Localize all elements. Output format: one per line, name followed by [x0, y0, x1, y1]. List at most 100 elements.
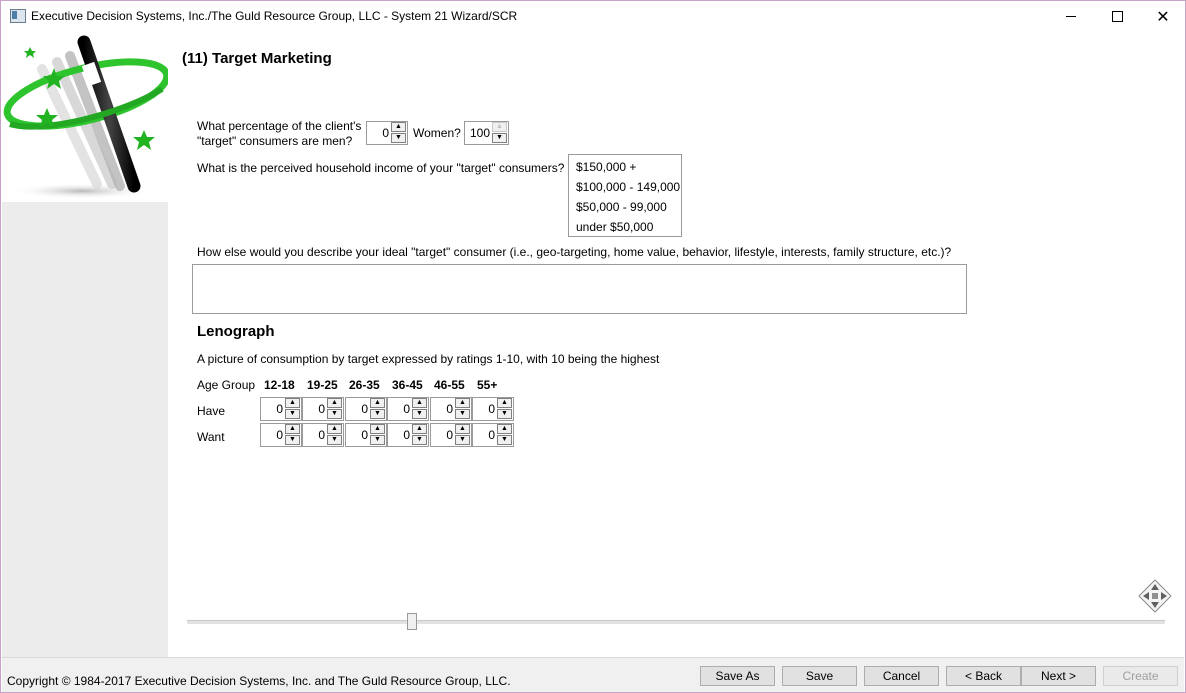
have-row-label: Have — [197, 404, 226, 418]
maximize-button[interactable] — [1094, 1, 1140, 32]
sidebar — [2, 34, 168, 657]
describe-consumer-textarea[interactable] — [192, 264, 967, 314]
have-rating-stepper[interactable]: 0 ▲ ▼ — [472, 397, 514, 421]
income-option[interactable]: under $50,000 — [569, 218, 681, 238]
move-arrows-icon[interactable] — [1138, 579, 1172, 613]
cancel-button[interactable]: Cancel — [864, 666, 939, 686]
save-button[interactable]: Save — [782, 666, 857, 686]
rating-value: 0 — [276, 402, 283, 416]
rating-value: 0 — [361, 428, 368, 442]
income-option[interactable]: $50,000 - 99,000 — [569, 198, 681, 218]
chevron-up-icon[interactable]: ▲ — [412, 424, 427, 434]
minimize-icon — [1066, 16, 1076, 17]
want-rating-stepper[interactable]: 0 ▲ ▼ — [302, 423, 344, 447]
chevron-down-icon[interactable]: ▼ — [391, 133, 406, 143]
have-rating-stepper[interactable]: 0 ▲ ▼ — [302, 397, 344, 421]
men-percentage-stepper[interactable]: 0 ▲ ▼ — [366, 121, 408, 145]
age-group-header: 19-25 — [307, 378, 338, 392]
chevron-up-icon[interactable]: ▲ — [391, 122, 406, 132]
zoom-slider-track[interactable] — [187, 620, 1165, 624]
page-title: (11) Target Marketing — [182, 50, 332, 67]
chevron-up-icon[interactable]: ▲ — [412, 398, 427, 408]
close-button[interactable]: ✕ — [1140, 1, 1185, 32]
chevron-down-icon[interactable]: ▼ — [492, 133, 507, 143]
age-group-header: 46-55 — [434, 378, 465, 392]
chevron-down-icon[interactable]: ▼ — [412, 409, 427, 419]
lenograph-heading: Lenograph — [197, 323, 275, 340]
chevron-up-icon[interactable]: ▲ — [455, 424, 470, 434]
age-group-header: 12-18 — [264, 378, 295, 392]
lenograph-description: A picture of consumption by target expre… — [197, 352, 660, 366]
want-rating-stepper[interactable]: 0 ▲ ▼ — [345, 423, 387, 447]
age-group-label: Age Group — [197, 378, 256, 392]
next-button[interactable]: Next > — [1021, 666, 1096, 686]
chevron-down-icon[interactable]: ▼ — [497, 435, 512, 445]
chevron-up-icon[interactable]: ▲ — [497, 398, 512, 408]
chevron-up-icon[interactable]: ▲ — [370, 398, 385, 408]
footer-bar: Copyright © 1984-2017 Executive Decision… — [2, 657, 1184, 692]
chevron-down-icon[interactable]: ▼ — [455, 435, 470, 445]
rating-value: 0 — [446, 402, 453, 416]
want-rating-stepper[interactable]: 0 ▲ ▼ — [260, 423, 302, 447]
chevron-down-icon[interactable]: ▼ — [285, 435, 300, 445]
chevron-up-icon[interactable]: ▲ — [370, 424, 385, 434]
want-rating-stepper[interactable]: 0 ▲ ▼ — [387, 423, 429, 447]
want-rating-stepper[interactable]: 0 ▲ ▼ — [472, 423, 514, 447]
women-percentage-label: Women? — [413, 126, 461, 140]
income-option[interactable]: $100,000 - 149,000 — [569, 178, 681, 198]
men-percentage-value: 0 — [382, 126, 389, 140]
want-row-label: Want — [197, 430, 225, 444]
title-bar: Executive Decision Systems, Inc./The Gul… — [1, 1, 1185, 32]
have-rating-stepper[interactable]: 0 ▲ ▼ — [260, 397, 302, 421]
app-window: Executive Decision Systems, Inc./The Gul… — [0, 0, 1186, 693]
income-option[interactable]: $150,000 + — [569, 158, 681, 178]
have-rating-stepper[interactable]: 0 ▲ ▼ — [345, 397, 387, 421]
app-window-icon — [10, 9, 26, 23]
rating-value: 0 — [446, 428, 453, 442]
chevron-down-icon[interactable]: ▼ — [455, 409, 470, 419]
rating-value: 0 — [488, 428, 495, 442]
minimize-button[interactable] — [1048, 1, 1094, 32]
rating-value: 0 — [318, 402, 325, 416]
men-percentage-label: What percentage of the client's "target"… — [197, 119, 362, 148]
chevron-up-icon[interactable]: ▲ — [285, 424, 300, 434]
chevron-down-icon[interactable]: ▼ — [370, 409, 385, 419]
describe-consumer-label: How else would you describe your ideal "… — [197, 245, 952, 259]
rating-value: 0 — [488, 402, 495, 416]
copyright-text: Copyright © 1984-2017 Executive Decision… — [7, 674, 511, 688]
chevron-down-icon[interactable]: ▼ — [285, 409, 300, 419]
have-rating-stepper[interactable]: 0 ▲ ▼ — [387, 397, 429, 421]
have-rating-stepper[interactable]: 0 ▲ ▼ — [430, 397, 472, 421]
chevron-up-icon[interactable]: ▲ — [327, 424, 342, 434]
chevron-up-icon[interactable]: ▲ — [455, 398, 470, 408]
chevron-down-icon[interactable]: ▼ — [327, 409, 342, 419]
close-icon: ✕ — [1156, 8, 1170, 26]
women-percentage-stepper[interactable]: 100 ▲ ▼ — [464, 121, 509, 145]
chevron-down-icon[interactable]: ▼ — [370, 435, 385, 445]
window-title: Executive Decision Systems, Inc./The Gul… — [31, 9, 518, 23]
age-group-header: 36-45 — [392, 378, 423, 392]
magic-wand-logo — [2, 34, 168, 202]
chevron-down-icon[interactable]: ▼ — [497, 409, 512, 419]
want-rating-stepper[interactable]: 0 ▲ ▼ — [430, 423, 472, 447]
chevron-down-icon[interactable]: ▼ — [412, 435, 427, 445]
chevron-down-icon[interactable]: ▼ — [327, 435, 342, 445]
back-button[interactable]: < Back — [946, 666, 1021, 686]
age-group-header: 26-35 — [349, 378, 380, 392]
create-button[interactable]: Create — [1103, 666, 1178, 686]
age-group-header: 55+ — [477, 378, 498, 392]
chevron-up-icon[interactable]: ▲ — [285, 398, 300, 408]
chevron-up-icon[interactable]: ▲ — [492, 122, 507, 132]
rating-value: 0 — [403, 428, 410, 442]
chevron-up-icon[interactable]: ▲ — [497, 424, 512, 434]
rating-value: 0 — [318, 428, 325, 442]
maximize-icon — [1111, 11, 1123, 22]
zoom-slider-thumb[interactable] — [407, 613, 417, 630]
wizard-content: (11) Target Marketing What percentage of… — [168, 34, 1184, 657]
save-as-button[interactable]: Save As — [700, 666, 775, 686]
chevron-up-icon[interactable]: ▲ — [327, 398, 342, 408]
women-percentage-value: 100 — [469, 126, 490, 140]
income-listbox[interactable]: $150,000 + $100,000 - 149,000 $50,000 - … — [568, 154, 682, 237]
rating-value: 0 — [361, 402, 368, 416]
income-question-label: What is the perceived household income o… — [197, 161, 565, 175]
